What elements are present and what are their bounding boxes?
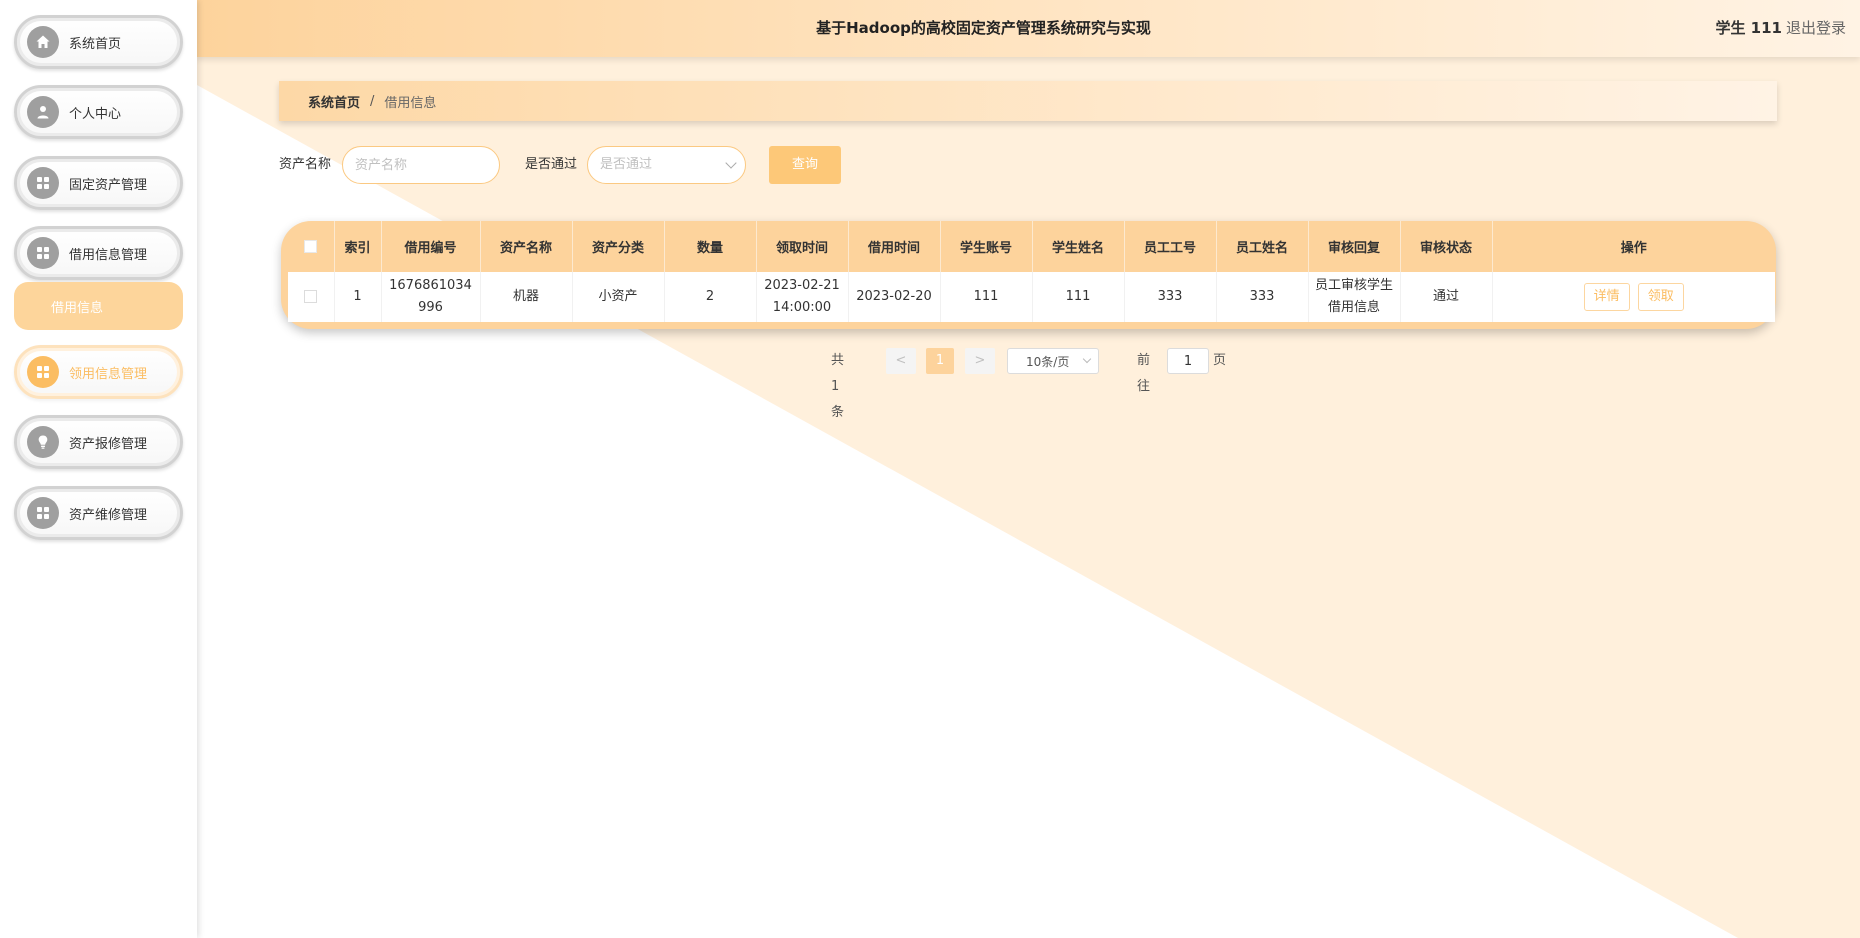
sidebar-item-label: 个人中心 <box>69 106 122 122</box>
breadcrumb-separator: / <box>370 93 375 109</box>
chevron-down-icon <box>1082 354 1092 364</box>
cell-staff-name: 333 <box>1216 272 1309 322</box>
grid-icon <box>27 356 59 388</box>
cell-review-status: 通过 <box>1400 272 1493 322</box>
logout-link[interactable]: 退出登录 <box>1786 0 1846 57</box>
column-header: 索引 <box>334 221 382 272</box>
sidebar-item-fixed-assets[interactable]: 固定资产管理 <box>14 156 183 210</box>
cell-quantity: 2 <box>664 272 757 322</box>
breadcrumb-home[interactable]: 系统首页 <box>308 92 360 111</box>
page-size-select[interactable]: 10条/页 <box>1007 348 1099 374</box>
user-icon <box>27 96 59 128</box>
cell-receive-time: 2023-02-21 14:00:00 <box>756 272 849 322</box>
app-title: 基于Hadoop的高校固定资产管理系统研究与实现 <box>816 19 1151 37</box>
grid-icon <box>27 237 59 269</box>
cell-student-account: 111 <box>940 272 1033 322</box>
select-all-cell <box>288 221 335 272</box>
asset-name-label: 资产名称 <box>279 157 332 172</box>
column-header: 学生账号 <box>940 221 1033 272</box>
sidebar-item-maintenance[interactable]: 资产维修管理 <box>14 486 183 540</box>
table-header-row: 索引 借用编号 资产名称 资产分类 数量 领取时间 借用时间 学生账号 学生姓名… <box>288 221 1775 272</box>
sidebar-item-borrow-management[interactable]: 借用信息管理 <box>14 226 183 280</box>
row-select-cell <box>288 272 335 322</box>
borrow-info-table: 索引 借用编号 资产名称 资产分类 数量 领取时间 借用时间 学生账号 学生姓名… <box>281 221 1776 329</box>
current-user: 学生 111 <box>1715 19 1782 37</box>
page-number-current[interactable]: 1 <box>926 348 954 374</box>
column-header: 员工工号 <box>1124 221 1217 272</box>
sidebar: 系统首页 个人中心 固定资产管理 借用信息管理 借用信息 领用信息管理 资产报修… <box>0 0 197 938</box>
prev-page-button[interactable]: < <box>886 348 916 374</box>
query-button[interactable]: 查询 <box>769 146 841 184</box>
sidebar-item-label: 资产报修管理 <box>69 436 148 452</box>
cell-category: 小资产 <box>572 272 665 322</box>
pagination-total: 共 1 条 <box>831 353 845 420</box>
sidebar-item-receive-management[interactable]: 领用信息管理 <box>14 345 183 399</box>
cell-staff-no: 333 <box>1124 272 1217 322</box>
table-row: 1 1676861034996 机器 小资产 2 2023-02-21 14:0… <box>288 272 1775 322</box>
detail-button[interactable]: 详情 <box>1583 283 1630 311</box>
column-header: 资产名称 <box>480 221 573 272</box>
approved-select[interactable]: 是否通过 <box>587 146 746 184</box>
cell-actions: 详情 领取 <box>1492 272 1775 322</box>
column-header: 资产分类 <box>572 221 665 272</box>
column-header: 领取时间 <box>756 221 849 272</box>
sidebar-item-profile[interactable]: 个人中心 <box>14 85 183 139</box>
column-header: 借用编号 <box>381 221 481 272</box>
sidebar-item-label: 系统首页 <box>69 36 122 52</box>
sidebar-item-label: 资产维修管理 <box>69 507 148 523</box>
approved-label: 是否通过 <box>525 157 578 172</box>
cell-student-name: 111 <box>1032 272 1125 322</box>
top-header: 基于Hadoop的高校固定资产管理系统研究与实现 学生 111 退出登录 <box>197 0 1860 57</box>
sidebar-item-label: 领用信息管理 <box>69 366 148 382</box>
lightbulb-icon <box>27 426 59 458</box>
column-header: 借用时间 <box>848 221 941 272</box>
chevron-down-icon <box>725 157 737 169</box>
asset-name-input[interactable] <box>342 146 500 184</box>
column-header: 操作 <box>1620 241 1647 256</box>
column-header: 审核回复 <box>1308 221 1401 272</box>
cell-index: 1 <box>334 272 382 322</box>
row-checkbox[interactable] <box>304 290 318 303</box>
submenu-item-borrow-info[interactable]: 借用信息 <box>14 282 183 330</box>
page-suffix: 页 <box>1213 353 1227 368</box>
sidebar-item-repair-report[interactable]: 资产报修管理 <box>14 415 183 469</box>
cell-asset-name: 机器 <box>480 272 573 322</box>
cell-borrow-no: 1676861034996 <box>381 272 481 322</box>
background-wedge <box>197 0 1860 938</box>
next-page-button[interactable]: > <box>965 348 995 374</box>
approved-select-placeholder: 是否通过 <box>600 157 653 172</box>
home-icon <box>27 26 59 58</box>
grid-icon <box>27 167 59 199</box>
sidebar-item-label: 固定资产管理 <box>69 177 148 193</box>
goto-page-input[interactable]: 1 <box>1167 348 1209 374</box>
column-header: 学生姓名 <box>1032 221 1125 272</box>
select-all-checkbox[interactable] <box>304 240 318 253</box>
column-header: 数量 <box>664 221 757 272</box>
column-header: 员工姓名 <box>1216 221 1309 272</box>
breadcrumb: 系统首页 / 借用信息 <box>279 81 1777 121</box>
goto-label: 前往 <box>1137 353 1151 394</box>
cell-borrow-time: 2023-02-20 <box>848 272 941 322</box>
receive-button[interactable]: 领取 <box>1637 283 1684 311</box>
page-size-value: 10条/页 <box>1026 355 1070 369</box>
breadcrumb-current: 借用信息 <box>384 95 437 111</box>
cell-review-reply: 员工审核学生借用信息 <box>1308 272 1401 322</box>
sidebar-item-home[interactable]: 系统首页 <box>14 15 183 69</box>
sidebar-item-label: 借用信息管理 <box>69 247 148 263</box>
grid-icon <box>27 497 59 529</box>
column-header: 审核状态 <box>1400 221 1493 272</box>
